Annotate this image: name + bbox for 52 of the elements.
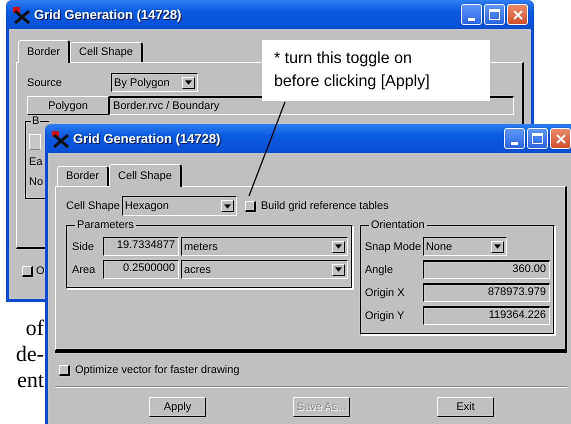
annotation-callout: * turn this toggle on before clicking [Apply]	[262, 40, 490, 101]
tab[interactable]: Cell Shape	[109, 164, 182, 187]
window-title: Grid Generation (14728)	[73, 131, 220, 146]
group-title: B	[31, 115, 40, 127]
checkbox[interactable]	[59, 364, 70, 376]
close-button[interactable]	[507, 4, 528, 25]
checkbox-label: Optimize vector for faster drawing	[75, 364, 240, 376]
checkbox[interactable]	[244, 200, 256, 212]
field-label: Ea	[29, 156, 44, 170]
page-text: de-	[16, 341, 44, 367]
checkbox-label: O	[36, 265, 45, 277]
checkbox-label: Build grid reference tables	[260, 200, 389, 212]
dropdown[interactable]: meters	[181, 237, 348, 256]
maximize-button[interactable]	[527, 128, 548, 149]
tab[interactable]: Cell Shape	[70, 42, 143, 62]
app-logo-icon	[12, 6, 32, 24]
dropdown[interactable]: acres	[181, 260, 348, 279]
window-title: Grid Generation (14728)	[34, 7, 182, 22]
checkbox[interactable]	[22, 266, 33, 276]
field-label: Source	[26, 76, 63, 88]
app-logo-icon	[51, 130, 71, 148]
page-text: ent	[17, 367, 44, 393]
number-field[interactable]: 878973.979	[422, 283, 550, 302]
field-label: Origin Y	[364, 310, 406, 322]
group-title: Parameters	[75, 219, 136, 231]
field-label: Origin X	[364, 286, 406, 298]
dialog-button[interactable]: Exit	[437, 397, 494, 417]
maximize-button[interactable]	[484, 4, 505, 25]
number-field[interactable]: 360.00	[422, 260, 550, 279]
field-label: Side	[71, 240, 96, 252]
dropdown[interactable]: None	[422, 237, 507, 256]
tab[interactable]: Border	[57, 166, 110, 186]
number-field[interactable]: 0.2500000	[103, 260, 179, 279]
field-label: Area	[71, 264, 96, 276]
close-button[interactable]	[550, 128, 571, 149]
close-icon	[556, 134, 566, 144]
group-title: Orientation	[368, 219, 427, 231]
tab[interactable]: Border	[18, 40, 70, 63]
number-field[interactable]: 19.7334877	[103, 237, 179, 256]
field-label: No	[29, 176, 44, 190]
minimize-button[interactable]	[504, 128, 525, 149]
polygon-button[interactable]: Polygon	[27, 96, 109, 115]
dialog-button[interactable]: Apply	[149, 397, 206, 417]
page-text: of	[26, 315, 44, 341]
field-label: Cell Shape	[66, 200, 120, 212]
field-label: Angle	[364, 264, 394, 276]
dropdown[interactable]: By Polygon	[111, 73, 198, 92]
field-label: Snap Mode	[364, 240, 422, 252]
number-field[interactable]: 119364.226	[422, 306, 550, 325]
minimize-button[interactable]	[461, 4, 482, 25]
dropdown[interactable]: Hexagon	[122, 196, 237, 216]
close-icon	[512, 10, 522, 20]
